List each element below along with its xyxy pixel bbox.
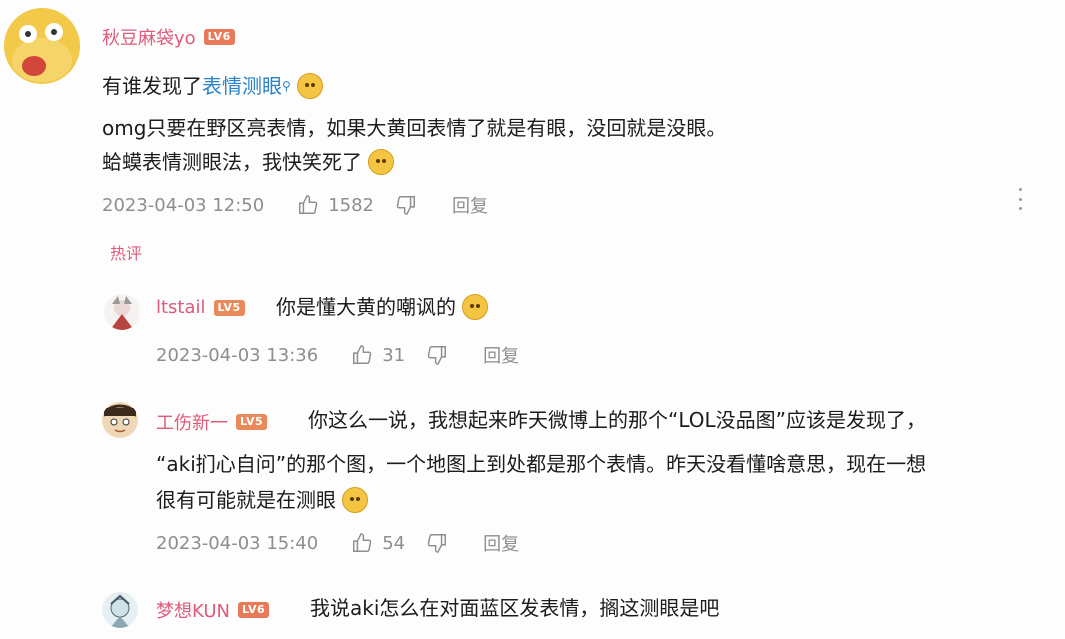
emoji-icon — [297, 72, 324, 99]
comment-line-3: 蛤蟆表情测眼法，我快笑死了 — [102, 148, 395, 177]
reply-button[interactable]: 回复 — [452, 192, 488, 218]
more-vertical-icon[interactable] — [1015, 188, 1025, 210]
emoji-icon — [462, 293, 489, 320]
timestamp: 2023-04-03 13:36 — [156, 344, 319, 366]
reply-text-line-2: “aki扪心自问”的那个图，一个地图上到处都是那个表情。昨天没看懂啥意思，现在一… — [156, 452, 927, 476]
thumbs-up-icon[interactable] — [350, 531, 374, 555]
thumbs-down-icon[interactable] — [425, 343, 449, 367]
reply-button[interactable]: 回复 — [483, 342, 519, 368]
comment-text: 有谁发现了 — [102, 74, 202, 98]
search-icon: ⚲ — [282, 79, 291, 93]
comment-thread: 秋豆麻袋yo LV6 有谁发现了表情测眼⚲ omg只要在野区亮表情，如果大黄回表… — [0, 0, 1065, 639]
reply-text-line-1: 你这么一说，我想起来昨天微博上的那个“LOL没品图”应该是发现了， — [308, 408, 927, 432]
level-badge: LV6 — [237, 602, 270, 618]
thumbs-down-icon[interactable] — [394, 193, 418, 217]
hot-comments-label: 热评 — [110, 244, 143, 263]
username-text[interactable]: 工伤新一 — [156, 409, 228, 435]
like-count: 54 — [382, 532, 406, 554]
reply-meta: 2023-04-03 15:40 54 回复 — [156, 530, 519, 556]
hashtag-link[interactable]: 表情测眼 — [202, 74, 282, 98]
reply-meta: 2023-04-03 13:36 31 回复 — [156, 342, 519, 368]
avatar[interactable] — [4, 8, 80, 84]
thumbs-up-icon[interactable] — [296, 193, 320, 217]
username[interactable]: 工伤新一 LV5 — [156, 409, 268, 435]
avatar[interactable] — [102, 402, 138, 438]
level-badge: LV5 — [236, 414, 268, 430]
avatar[interactable] — [102, 592, 138, 628]
reply-body: 很有可能就是在测眼 — [156, 488, 336, 512]
like-count: 1582 — [328, 194, 375, 216]
reply-text-line-3: 很有可能就是在测眼 — [156, 486, 369, 515]
timestamp: 2023-04-03 15:40 — [156, 532, 319, 554]
username[interactable]: 梦想KUN LV6 — [156, 597, 270, 623]
comment-meta: 2023-04-03 12:50 1582 回复 — [102, 192, 488, 218]
timestamp: 2023-04-03 12:50 — [102, 194, 265, 216]
reply-button[interactable]: 回复 — [483, 530, 519, 556]
emoji-icon — [342, 486, 369, 513]
avatar[interactable] — [104, 294, 140, 330]
username-text[interactable]: 梦想KUN — [156, 597, 230, 623]
comment-line-2: omg只要在野区亮表情，如果大黄回表情了就是有眼，没回就是没眼。 — [102, 116, 727, 140]
level-badge: LV6 — [203, 29, 235, 45]
reply-text: 我说aki怎么在对面蓝区发表情，搁这测眼是吧 — [310, 596, 720, 620]
thumbs-down-icon[interactable] — [425, 531, 449, 555]
like-count: 31 — [382, 344, 406, 366]
username[interactable]: ltstail LV5 — [156, 297, 245, 318]
thumbs-up-icon[interactable] — [350, 343, 374, 367]
reply-text: 你是懂大黄的嘲讽的 — [276, 293, 489, 322]
emoji-icon — [368, 148, 395, 175]
username-text[interactable]: ltstail — [156, 297, 206, 318]
username-text[interactable]: 秋豆麻袋yo — [102, 24, 196, 50]
comment-text: 蛤蟆表情测眼法，我快笑死了 — [102, 150, 362, 174]
username[interactable]: 秋豆麻袋yo LV6 — [102, 24, 235, 50]
reply-body: 你是懂大黄的嘲讽的 — [276, 295, 456, 319]
comment-line-1: 有谁发现了表情测眼⚲ — [102, 72, 324, 101]
level-badge: LV5 — [213, 299, 245, 316]
